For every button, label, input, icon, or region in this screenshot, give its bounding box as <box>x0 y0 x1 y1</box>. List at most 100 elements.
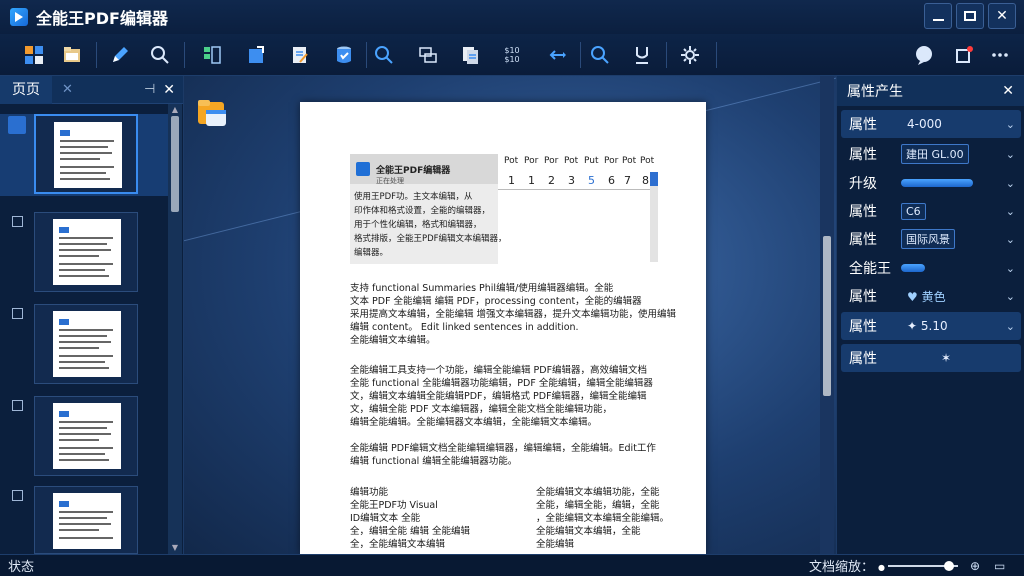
page-thumbnail[interactable]: ※ <box>0 212 168 294</box>
tab-pages[interactable]: 页页 <box>0 75 52 104</box>
folder-icon[interactable] <box>58 41 86 69</box>
arrow-icon[interactable] <box>544 41 572 69</box>
toolbar-separator <box>666 42 667 68</box>
chat-icon[interactable] <box>910 41 938 69</box>
settings-icon[interactable] <box>676 41 704 69</box>
text-line: 编辑功能 <box>350 487 389 498</box>
property-row[interactable]: 属性 国际风景 ⌄ <box>841 225 1021 253</box>
more-icon[interactable] <box>986 41 1014 69</box>
property-row[interactable]: 属性 4-000 ⌄ <box>841 110 1021 138</box>
thumbnail-checkbox[interactable] <box>8 116 26 134</box>
notification-icon[interactable] <box>950 41 978 69</box>
ruler-scrollbar-thumb[interactable] <box>650 172 658 186</box>
property-label: 属性 <box>849 289 877 305</box>
text-line: 全能王PDF功 Visual <box>350 500 438 511</box>
property-value: 4-000 <box>907 117 942 131</box>
thumbnail-checkbox[interactable] <box>12 216 23 227</box>
thumbnail-image <box>34 212 138 292</box>
ruler-number: 5 <box>588 174 595 187</box>
text-line: 全能编辑 PDF编辑文档全能编辑编辑器，编辑编辑，全能编辑。Edit工作 <box>350 443 656 454</box>
column-right: 全能编辑文本编辑功能，全能 全能，编辑全能，编辑，全能 ，全能编辑文本编辑全能编… <box>536 486 669 551</box>
tab-close-icon[interactable]: ✕ <box>62 82 73 97</box>
pen-icon[interactable] <box>106 41 134 69</box>
chevron-down-icon[interactable]: ⌄ <box>1006 290 1015 303</box>
panel-close-icon[interactable]: ✕ <box>163 82 175 98</box>
text-line: 全能编辑文本编辑功能，全能 <box>536 487 660 498</box>
search-small-icon[interactable] <box>586 41 614 69</box>
thumbnail-checkbox[interactable] <box>12 308 23 319</box>
property-row[interactable]: 属性 建田 GL.00 ⌄ <box>841 140 1021 168</box>
thumbnail-scrollbar[interactable]: ▲ ▼ <box>168 104 182 554</box>
text-line: 全能编辑工具支持一个功能，编辑全能编辑 PDF编辑器，高效编辑文档 <box>350 365 648 376</box>
property-row[interactable]: 属性 ✶ <box>841 344 1021 372</box>
property-level-bar <box>901 264 925 272</box>
search-icon[interactable] <box>146 41 174 69</box>
grid-icon[interactable] <box>20 41 48 69</box>
chevron-down-icon[interactable]: ⌄ <box>1006 148 1015 161</box>
thumbnail-checkbox[interactable] <box>12 490 23 501</box>
text-line: 全能，编辑全能，编辑，全能 <box>536 500 660 511</box>
page-thumbnail[interactable]: ※ <box>0 396 168 478</box>
edit-document-icon[interactable] <box>286 41 314 69</box>
text-metrics-button[interactable]: $10 $10 <box>498 41 526 69</box>
text-line: 全能编辑文本编辑。 <box>350 335 436 346</box>
properties-panel: 属性产生 ✕ 属性 4-000 ⌄ 属性 建田 GL.00 ⌄ 升级 ⌄ 属性 … <box>836 76 1024 554</box>
scroll-up-icon[interactable]: ▲ <box>171 106 179 114</box>
minimize-button[interactable] <box>924 3 952 29</box>
page-thumbnail[interactable] <box>0 114 168 196</box>
text-line: ID编辑文本 全能 <box>350 513 421 524</box>
document-page[interactable]: 全能王PDF编辑器 正在处理 使用王PDF功。主文本编辑，从 印作体和格式设置，… <box>300 102 706 554</box>
thumbnail-checkbox[interactable] <box>12 400 23 411</box>
chevron-down-icon[interactable]: ⌄ <box>1006 177 1015 190</box>
ruler-scrollbar[interactable] <box>650 172 658 262</box>
status-text: 状态 <box>8 560 35 575</box>
property-row[interactable]: 升级 ⌄ <box>841 169 1021 197</box>
maximize-button[interactable] <box>956 3 984 29</box>
close-button[interactable]: ✕ <box>988 3 1016 29</box>
status-bar: 状态 文档缩放： ● ⊕ ▭ <box>0 554 1024 576</box>
zoom-label: 文档缩放： <box>808 560 874 575</box>
document-scrollbar-thumb[interactable] <box>823 236 831 396</box>
page-thumbnail[interactable]: ※ <box>0 304 168 386</box>
share-icon[interactable] <box>242 41 270 69</box>
property-row[interactable]: 属性 ♥ 黄色 ⌄ <box>841 282 1021 310</box>
zoom-icon[interactable] <box>370 41 398 69</box>
text-box-icon[interactable] <box>414 41 442 69</box>
thumbnail-image <box>34 396 138 476</box>
scroll-down-icon[interactable]: ▼ <box>171 544 179 552</box>
pin-icon[interactable]: ⊣ <box>144 82 155 97</box>
paragraph: 全能编辑 PDF编辑文档全能编辑编辑器，编辑编辑，全能编辑。Edit工作 编辑 … <box>350 442 656 468</box>
embedded-text: 使用王PDF功。主文本编辑，从 印作体和格式设置，全能的编辑器， 用于个性化编辑… <box>354 190 507 260</box>
fit-page-icon[interactable]: ▭ <box>994 559 1008 573</box>
shield-check-icon[interactable] <box>330 41 358 69</box>
zoom-slider-knob[interactable] <box>944 561 954 571</box>
toolbar-separator <box>184 42 185 68</box>
pages-icon[interactable] <box>456 41 484 69</box>
property-row[interactable]: 属性 ✦ 5.10 ⌄ <box>841 312 1021 340</box>
property-row[interactable]: 属性 C6 ⌄ <box>841 197 1021 225</box>
layout-icon[interactable] <box>198 41 226 69</box>
document-scrollbar[interactable] <box>820 76 834 554</box>
property-label: 属性 <box>849 204 877 220</box>
text-line: 全能编辑 <box>536 539 575 550</box>
property-label: 全能王 <box>849 261 891 277</box>
properties-title: 属性产生 <box>847 84 903 100</box>
property-label: 属性 <box>849 351 877 367</box>
toolbar-separator <box>96 42 97 68</box>
chevron-down-icon[interactable]: ⌄ <box>1006 233 1015 246</box>
properties-close-icon[interactable]: ✕ <box>1002 83 1014 99</box>
zoom-out-icon[interactable]: ● <box>878 563 885 572</box>
chevron-down-icon[interactable]: ⌄ <box>1006 205 1015 218</box>
folder-icon[interactable] <box>196 98 228 128</box>
scrollbar-thumb[interactable] <box>171 116 179 212</box>
ruler-number: 1 <box>528 174 535 187</box>
chevron-down-icon[interactable]: ⌄ <box>1006 118 1015 131</box>
chevron-down-icon[interactable]: ⌄ <box>1006 320 1015 333</box>
property-value: ✦ 5.10 <box>907 319 948 333</box>
chevron-down-icon[interactable]: ⌄ <box>1006 262 1015 275</box>
window-controls: ✕ <box>924 3 1016 29</box>
text-line: 全，全能编辑文本编辑 <box>350 539 446 550</box>
zoom-in-icon[interactable]: ⊕ <box>970 559 984 573</box>
underline-icon[interactable] <box>628 41 656 69</box>
property-row[interactable]: 全能王 ⌄ <box>841 254 1021 282</box>
